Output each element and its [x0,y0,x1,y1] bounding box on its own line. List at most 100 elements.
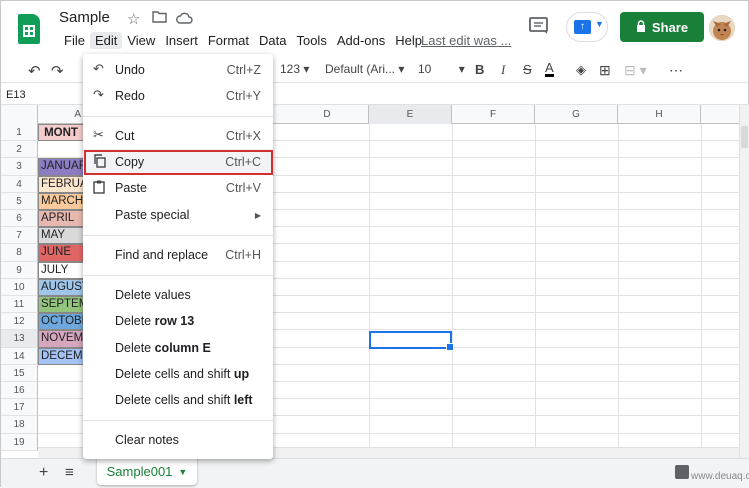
menu-format[interactable]: Format [203,32,254,49]
avatar[interactable] [709,15,735,41]
row-header-16[interactable]: 16 [1,382,38,400]
bold-button[interactable]: B [475,62,484,77]
vertical-scroll-thumb[interactable] [741,126,748,148]
month-cell[interactable]: JUNE [38,244,84,262]
add-sheet-icon[interactable]: + [39,464,48,482]
font-family-dropdown[interactable]: Default (Ari... ▾ [325,62,404,76]
all-sheets-icon[interactable]: ≡ [65,464,74,481]
menu-view[interactable]: View [122,32,160,49]
menu-item-delete-shift-left[interactable]: Delete cells and shift left [83,387,273,413]
column-header-f[interactable]: F [452,105,535,124]
month-cell[interactable]: MAY [38,227,84,245]
row-header-5[interactable]: 5 [1,192,38,210]
menu-item-paste[interactable]: Paste Ctrl+V [83,175,273,201]
scissors-icon: ✂ [93,127,104,142]
column-header-d[interactable]: D [286,105,369,124]
more-options-icon[interactable]: ⋯ [669,62,683,79]
month-cell[interactable]: MARCH [38,192,84,210]
comments-icon[interactable] [528,16,550,36]
row-header-2[interactable]: 2 [1,141,38,159]
menu-file[interactable]: File [59,32,90,49]
sheets-logo[interactable] [18,14,40,44]
number-format-dropdown[interactable]: 123 ▾ [280,62,309,76]
month-cell[interactable]: AUGUST [38,278,84,296]
row-header-4[interactable]: 4 [1,175,38,193]
row-header-6[interactable]: 6 [1,210,38,228]
row-header-19[interactable]: 19 [1,433,38,451]
menu-edit[interactable]: Edit [89,32,123,49]
row-header-13[interactable]: 13 [1,330,38,348]
row-header-1[interactable]: 1 [1,124,38,142]
vertical-scrollbar[interactable] [739,105,749,458]
explore-icon[interactable] [675,465,689,479]
menu-insert[interactable]: Insert [160,32,203,49]
sheet-tab-sample001[interactable]: Sample001 ▼ [97,458,197,485]
menu-item-find-replace[interactable]: Find and replace Ctrl+H [83,242,273,268]
menu-item-redo[interactable]: ↷ Redo Ctrl+Y [83,83,273,109]
menu-addons[interactable]: Add-ons [332,32,390,49]
menu-item-label: Delete column E [115,341,211,355]
redo-icon[interactable]: ↷ [51,62,64,80]
move-folder-icon[interactable] [152,10,167,26]
menu-item-delete-column[interactable]: Delete column E [83,335,273,361]
merge-cells-icon[interactable]: ⊟ ▾ [624,62,647,79]
month-cell[interactable]: JULY [38,261,84,279]
star-icon[interactable]: ☆ [127,10,140,28]
row-header-15[interactable]: 15 [1,364,38,382]
menu-item-clear-notes[interactable]: Clear notes [83,427,273,453]
menu-item-label: Paste special [115,208,190,222]
number-format-label: 123 [280,62,301,76]
month-cell[interactable]: FEBRUA [38,175,84,193]
month-cell[interactable]: NOVEMB [38,330,84,348]
column-header-g[interactable]: G [535,105,618,124]
menu-item-label: Redo [115,89,145,103]
row-header-3[interactable]: 3 [1,158,38,176]
menu-item-label: Clear notes [115,433,179,447]
month-cell[interactable]: DECEMB [38,347,84,365]
menu-item-delete-values[interactable]: Delete values [83,282,273,308]
strikethrough-button[interactable]: S [523,62,532,77]
month-cell[interactable]: APRIL [38,210,84,228]
menu-item-label: Delete values [115,288,191,302]
menu-item-paste-special[interactable]: Paste special ▶ [83,202,273,228]
menu-item-shortcut: Ctrl+H [225,248,261,262]
month-cell[interactable]: JANUAR [38,158,84,176]
present-button[interactable]: ↑ ▼ [566,12,608,42]
row-header-17[interactable]: 17 [1,399,38,417]
selected-cell-e13[interactable] [369,331,454,351]
menu-tools[interactable]: Tools [291,32,331,49]
undo-icon[interactable]: ↶ [28,62,41,80]
row-header-12[interactable]: 12 [1,313,38,331]
row-header-9[interactable]: 9 [1,261,38,279]
row-header-11[interactable]: 11 [1,296,38,314]
column-header-e[interactable]: E [369,105,452,124]
month-cell[interactable]: OCTOBE [38,313,84,331]
fill-color-icon[interactable]: ◈ [576,62,586,78]
column-header-a[interactable]: A [38,105,84,124]
row-header-18[interactable]: 18 [1,416,38,434]
name-box[interactable]: E13 [6,89,26,101]
select-all-corner[interactable] [1,105,38,124]
text-color-button[interactable]: A [545,61,554,77]
cloud-status-icon[interactable] [176,11,193,28]
row-header-10[interactable]: 10 [1,278,38,296]
chevron-down-icon[interactable]: ▼ [178,467,187,477]
font-size-dropdown[interactable]: 10 ▾ [418,62,465,76]
column-header-h[interactable]: H [618,105,701,124]
row-header-7[interactable]: 7 [1,227,38,245]
label-text: Delete cells and shift [115,393,234,407]
menu-item-cut[interactable]: ✂ Cut Ctrl+X [83,123,273,149]
row-header-14[interactable]: 14 [1,347,38,365]
document-title[interactable]: Sample [59,9,110,26]
share-button[interactable]: Share [620,12,704,42]
italic-button[interactable]: I [501,62,505,78]
menu-item-delete-row[interactable]: Delete row 13 [83,308,273,334]
borders-icon[interactable]: ⊞ [599,62,611,79]
month-cell[interactable]: SEPTEM [38,296,84,314]
header-cell-month[interactable]: MONT [38,124,84,141]
menu-item-undo[interactable]: ↶ Undo Ctrl+Z [83,57,273,83]
row-header-8[interactable]: 8 [1,244,38,262]
menu-item-delete-shift-up[interactable]: Delete cells and shift up [83,361,273,387]
last-edit-link[interactable]: Last edit was ... [421,33,511,48]
menu-data[interactable]: Data [254,32,291,49]
